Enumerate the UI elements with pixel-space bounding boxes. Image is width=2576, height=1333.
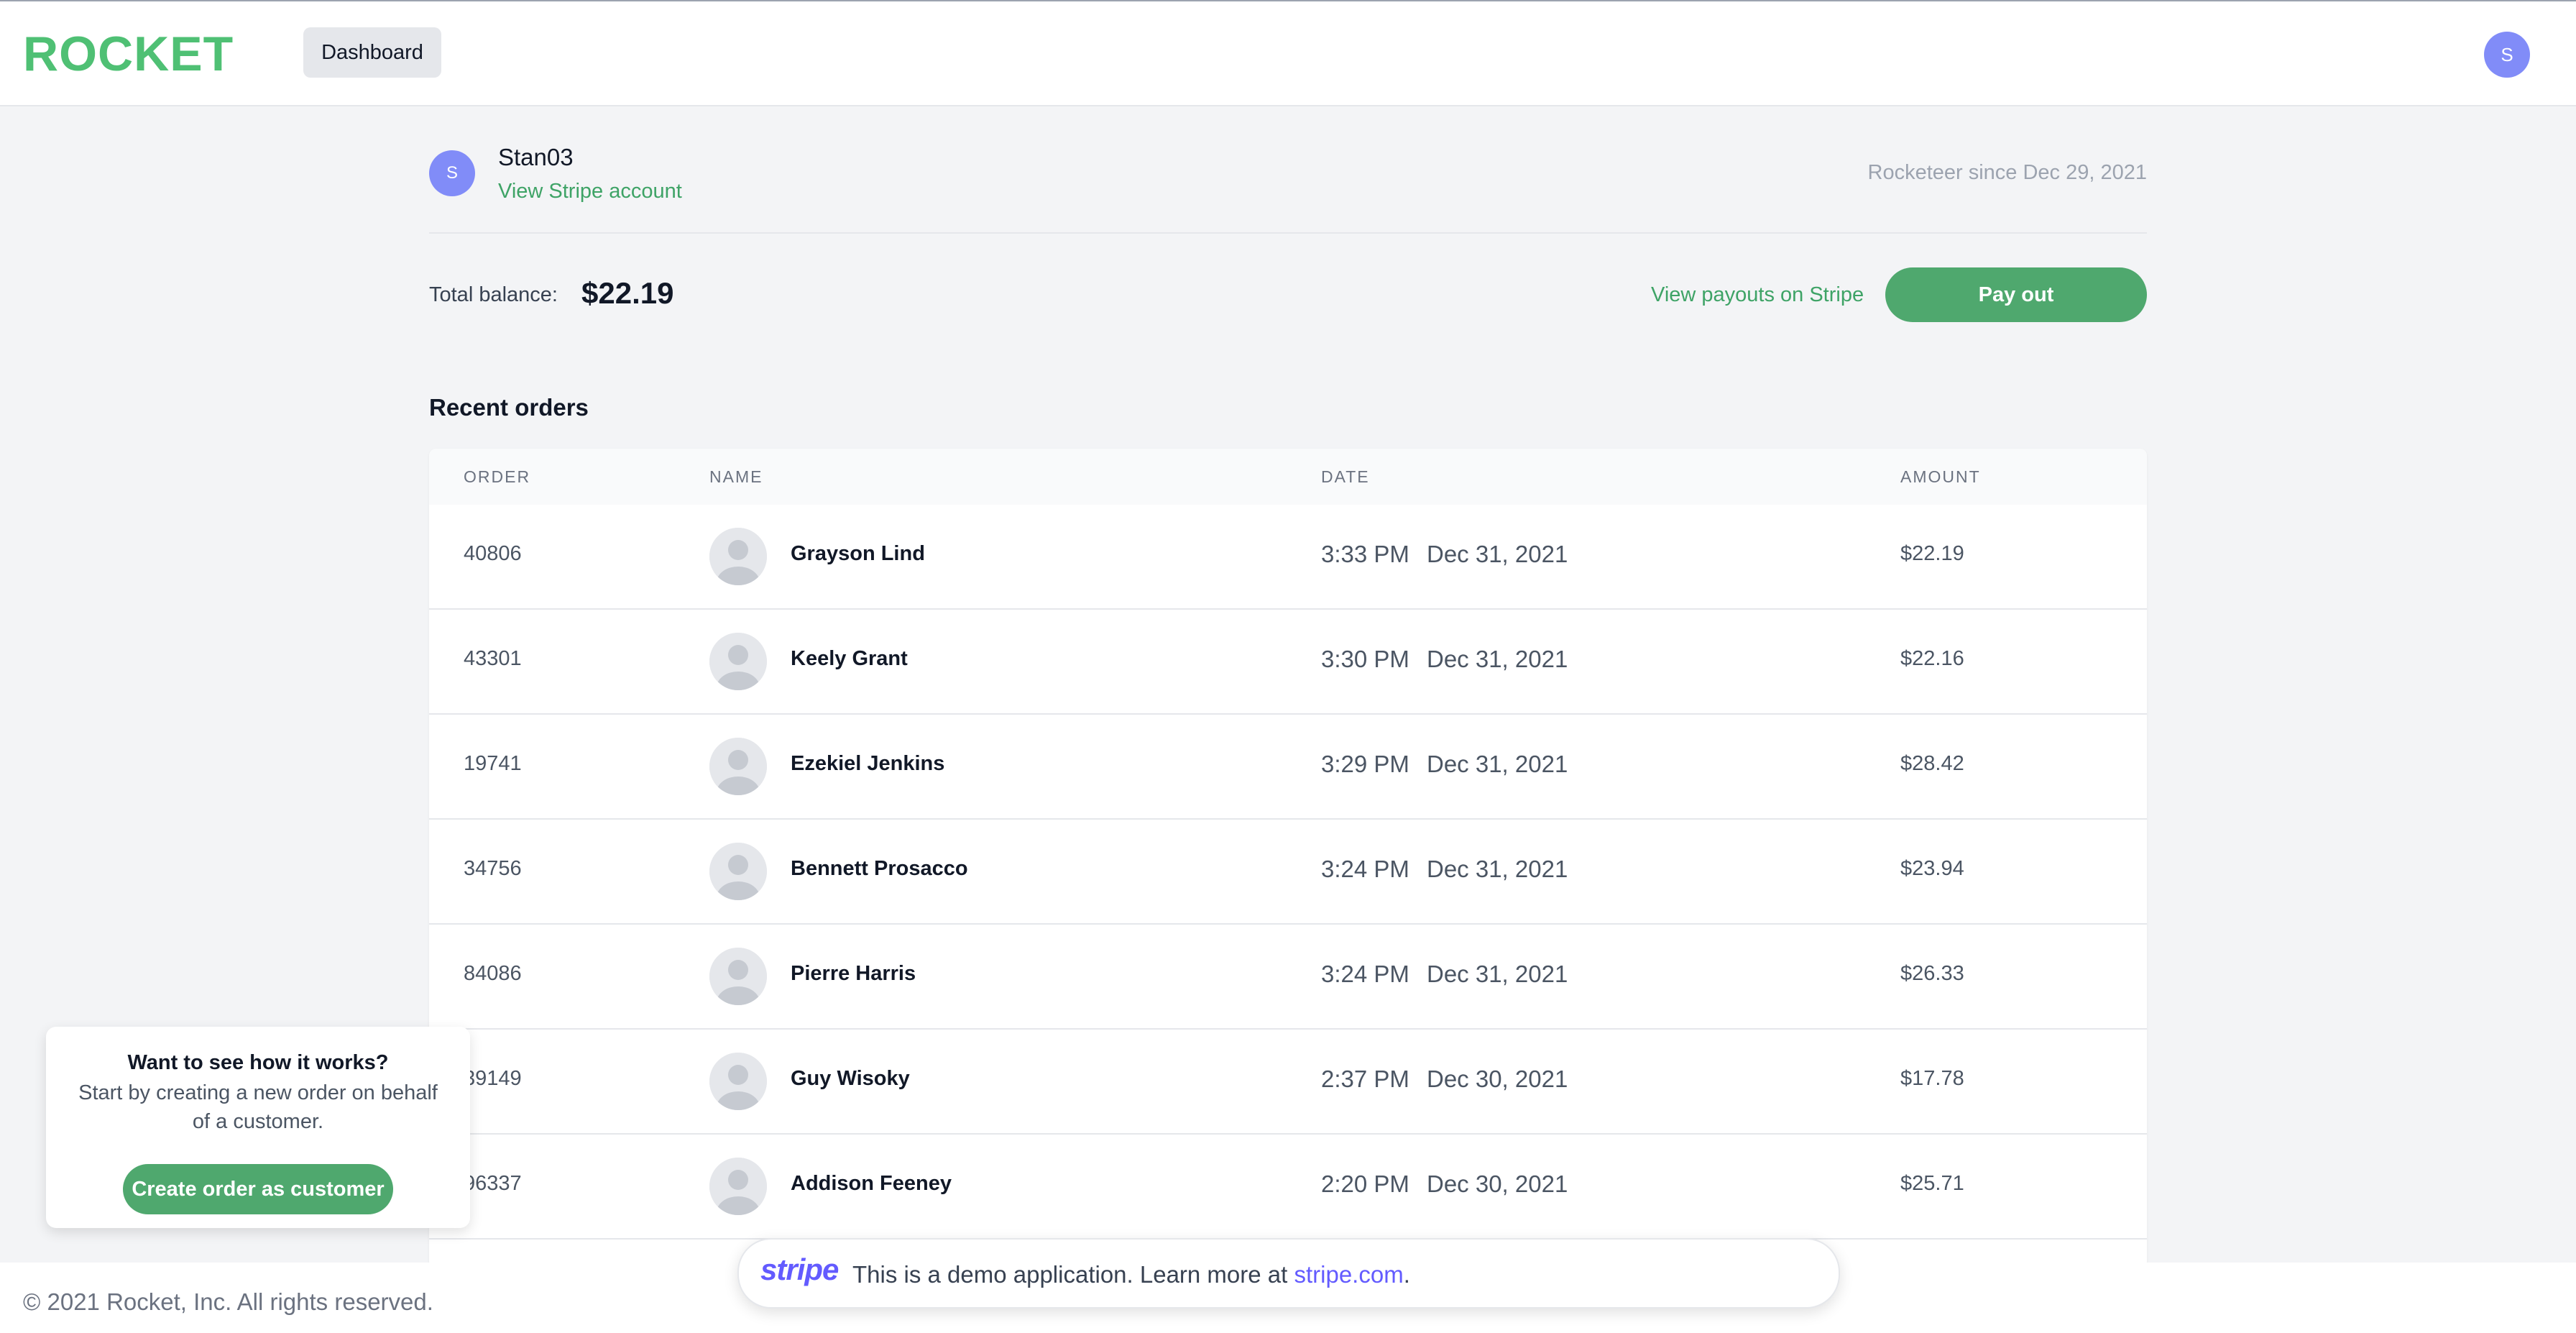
how-it-works-card: Want to see how it works? Start by creat… (46, 1027, 470, 1228)
copyright-text: © 2021 Rocket, Inc. All rights reserved. (23, 1288, 433, 1315)
order-time: 3:24 PM (1321, 856, 1409, 882)
pay-out-button[interactable]: Pay out (1885, 267, 2147, 322)
order-date: Dec 31, 2021 (1427, 961, 1568, 987)
table-header: ORDER NAME DATE AMOUNT (429, 449, 2147, 506)
total-balance-label: Total balance: (429, 283, 558, 306)
customer-avatar-icon (709, 738, 767, 795)
order-date: Dec 31, 2021 (1427, 856, 1568, 882)
customer-avatar-icon (709, 633, 767, 690)
table-row[interactable]: 40806 Grayson Lind 3:33 PM Dec 31, 2021 $22.… (429, 505, 2147, 610)
order-time: 3:33 PM (1321, 541, 1409, 567)
recent-orders-title: Recent orders (429, 394, 589, 421)
order-id: 39149 (464, 1067, 522, 1090)
stripe-demo-banner: stripe This is a demo application. Learn… (737, 1238, 1840, 1309)
order-id: 84086 (464, 962, 522, 985)
table-row[interactable]: 39149 Guy Wisoky 2:37 PM Dec 30, 2021 $17.78 (429, 1030, 2147, 1135)
column-header-order: ORDER (464, 467, 531, 486)
table-row[interactable]: 84086 Pierre Harris 3:24 PM Dec 31, 2021 $26… (429, 925, 2147, 1030)
customer-name: Addison Feeney (791, 1172, 952, 1195)
order-id: 40806 (464, 542, 522, 565)
customer-name: Ezekiel Jenkins (791, 752, 945, 775)
orders-table: ORDER NAME DATE AMOUNT 40806 Grayson Lind… (429, 449, 2147, 1268)
customer-name: Bennett Prosacco (791, 857, 968, 880)
customer-avatar-icon (709, 528, 767, 585)
view-payouts-link[interactable]: View payouts on Stripe (1651, 283, 1864, 307)
order-id: 96337 (464, 1172, 522, 1195)
stripe-logo: stripe (760, 1252, 839, 1286)
customer-avatar-icon (709, 1053, 767, 1110)
total-balance-value: $22.19 (581, 276, 674, 310)
order-time: 2:37 PM (1321, 1066, 1409, 1092)
order-amount: $22.19 (1900, 542, 1964, 565)
customer-name: Pierre Harris (791, 962, 916, 985)
customer-avatar-icon (709, 948, 767, 1005)
nav-dashboard-tab[interactable]: Dashboard (303, 27, 441, 78)
order-amount: $17.78 (1900, 1067, 1964, 1090)
column-header-date: DATE (1321, 467, 1370, 486)
table-row[interactable]: 96337 Addison Feeney 2:20 PM Dec 30, 2021 $2… (429, 1135, 2147, 1240)
dashboard-content: S Stan03 View Stripe account Rocketeer s… (429, 105, 2148, 1268)
top-nav-bar: ROCKET Dashboard S (0, 1, 2576, 106)
order-amount: $26.33 (1900, 962, 1964, 985)
column-header-amount: AMOUNT (1900, 467, 1981, 486)
column-header-name: NAME (709, 467, 763, 486)
order-amount: $23.94 (1900, 857, 1964, 880)
order-date: Dec 31, 2021 (1427, 751, 1568, 777)
order-id: 19741 (464, 752, 522, 775)
order-time: 3:24 PM (1321, 961, 1409, 987)
help-card-title: Want to see how it works? (127, 1051, 389, 1074)
rocket-logo[interactable]: ROCKET (23, 30, 247, 75)
demo-banner-suffix: . (1403, 1261, 1410, 1288)
order-date: Dec 31, 2021 (1427, 646, 1568, 672)
order-amount: $28.42 (1900, 752, 1964, 775)
customer-name: Grayson Lind (791, 542, 925, 565)
order-time: 2:20 PM (1321, 1171, 1409, 1197)
order-id: 43301 (464, 647, 522, 670)
order-id: 34756 (464, 857, 522, 880)
order-date: Dec 30, 2021 (1427, 1066, 1568, 1092)
demo-banner-text: This is a demo application. Learn more a… (852, 1261, 1410, 1288)
help-card-text: Start by creating a new order on behalf … (78, 1081, 438, 1133)
order-date: Dec 30, 2021 (1427, 1171, 1568, 1197)
stripe-com-link[interactable]: stripe.com (1294, 1261, 1403, 1288)
customer-avatar-icon (709, 843, 767, 900)
profile-avatar: S (429, 150, 475, 196)
profile-username: Stan03 (498, 144, 574, 170)
customer-avatar-icon (709, 1158, 767, 1215)
order-amount: $22.16 (1900, 647, 1964, 670)
order-date: Dec 31, 2021 (1427, 541, 1568, 567)
order-time: 3:29 PM (1321, 751, 1409, 777)
table-row[interactable]: 43301 Keely Grant 3:30 PM Dec 31, 2021 $22.1… (429, 610, 2147, 715)
table-row[interactable]: 19741 Ezekiel Jenkins 3:29 PM Dec 31, 2021 $… (429, 715, 2147, 820)
svg-text:ROCKET: ROCKET (23, 30, 234, 75)
customer-name: Guy Wisoky (791, 1067, 910, 1090)
customer-name: Keely Grant (791, 647, 908, 670)
view-stripe-account-link[interactable]: View Stripe account (498, 180, 682, 203)
rocketeer-since-text: Rocketeer since Dec 29, 2021 (1867, 161, 2148, 184)
order-time: 3:30 PM (1321, 646, 1409, 672)
table-row[interactable]: 34756 Bennett Prosacco 3:24 PM Dec 31, 2021… (429, 820, 2147, 925)
create-order-as-customer-button[interactable]: Create order as customer (123, 1164, 393, 1214)
order-amount: $25.71 (1900, 1172, 1964, 1195)
demo-banner-message: This is a demo application. Learn more a… (852, 1261, 1294, 1288)
profile-divider (429, 232, 2147, 234)
user-avatar[interactable]: S (2484, 32, 2530, 78)
